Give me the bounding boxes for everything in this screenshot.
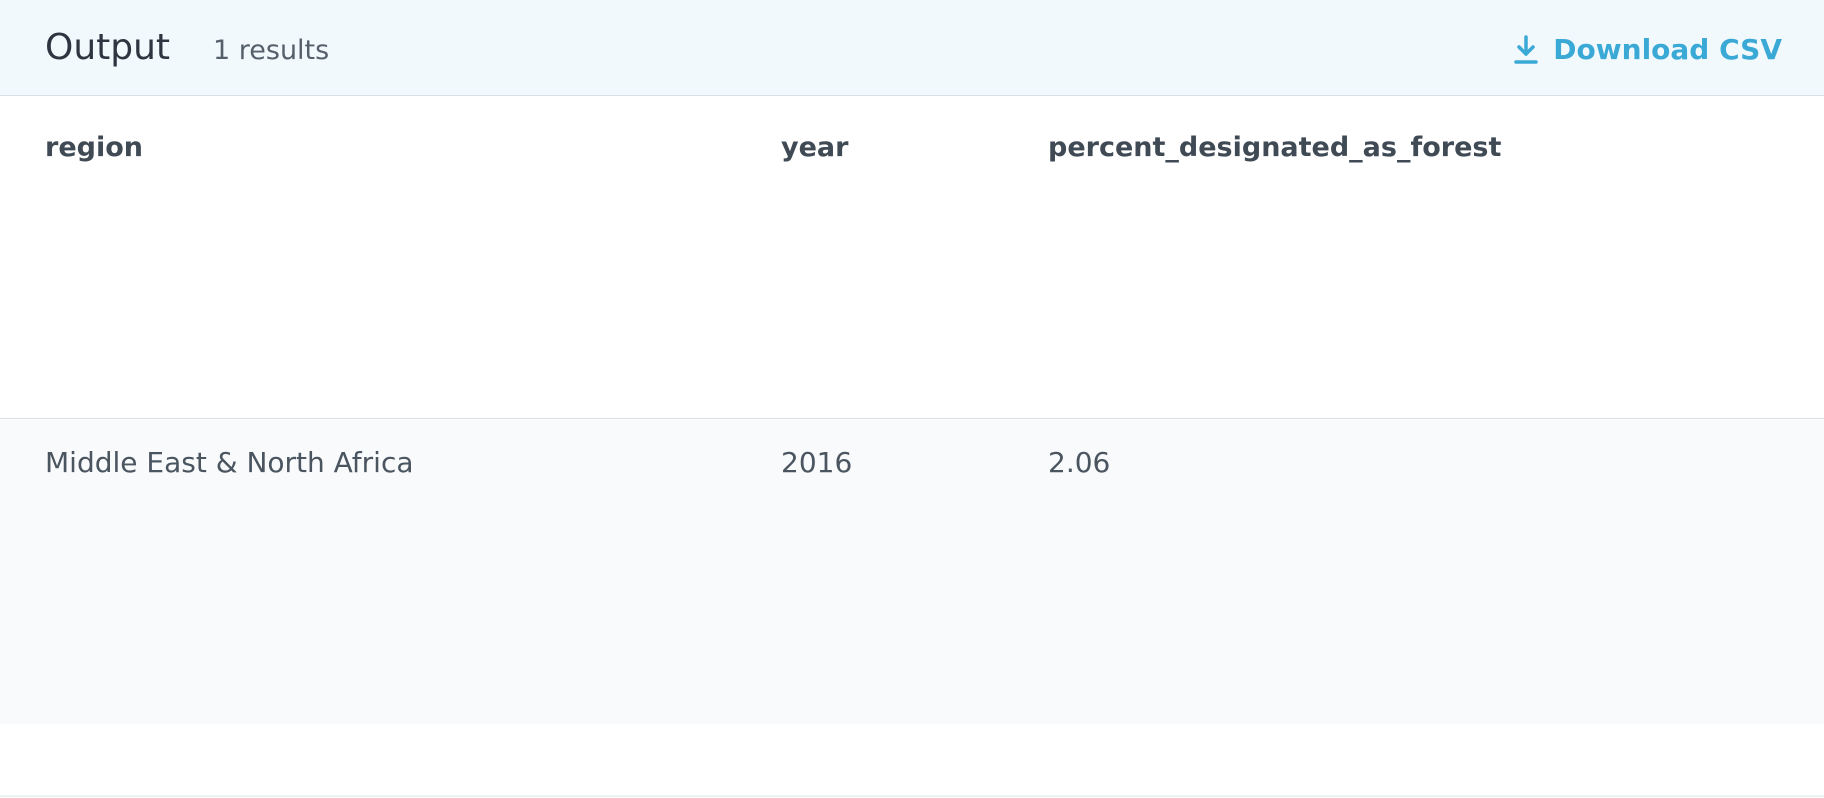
column-header-year[interactable]: year [781,131,848,165]
results-count: 1 results [213,35,330,66]
output-header: Output 1 results Download CSV [0,0,1824,96]
table-header: region year percent_designated_as_forest [0,97,1824,419]
column-header-percent-designated-as-forest[interactable]: percent_designated_as_forest [1048,131,1501,165]
cell-percent-designated-as-forest: 2.06 [1048,446,1111,479]
cell-year: 2016 [781,446,853,479]
download-csv-label: Download CSV [1553,33,1782,66]
download-icon [1514,35,1539,64]
output-panel: Output 1 results Download CSV region yea… [0,0,1824,798]
table-row: Middle East & North Africa 2016 2.06 [0,420,1824,724]
output-title: Output [45,27,171,68]
download-csv-button[interactable]: Download CSV [1513,30,1782,70]
cell-region: Middle East & North Africa [45,446,414,479]
column-header-region[interactable]: region [45,131,143,165]
panel-bottom-divider [0,795,1824,797]
